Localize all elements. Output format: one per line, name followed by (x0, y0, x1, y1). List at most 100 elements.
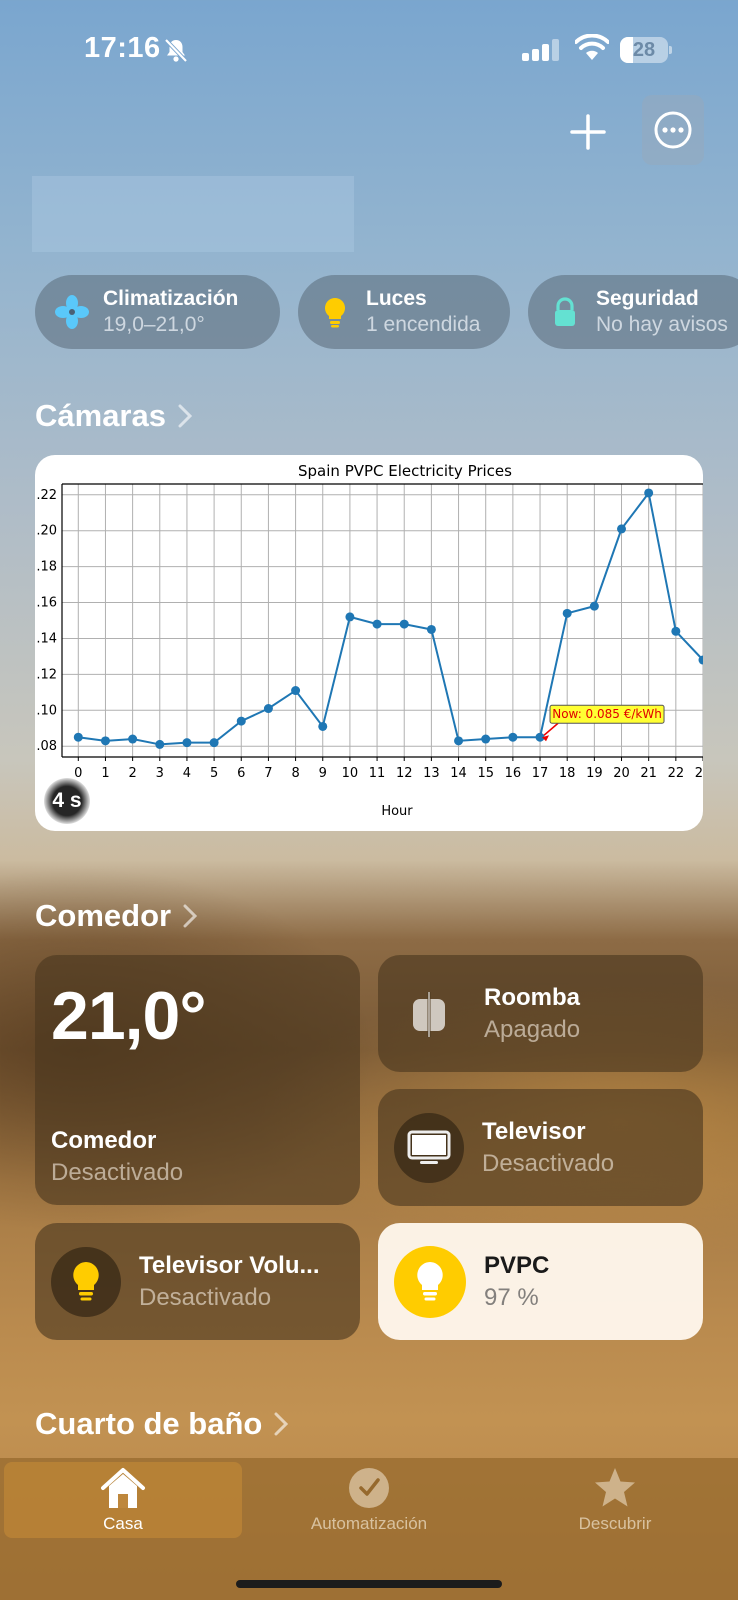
x-tick-label: 9 (319, 766, 327, 781)
price-point (236, 716, 246, 726)
x-tick-label: 18 (559, 766, 576, 781)
star-icon (595, 1468, 635, 1507)
price-point (399, 619, 409, 629)
roomba-tile[interactable]: Roomba Apagado (378, 955, 703, 1072)
tab-discover[interactable]: Descubrir (496, 1462, 734, 1538)
tv-volume-tile[interactable]: Televisor Volu... Desactivado (35, 1223, 360, 1340)
tile-title: Comedor (51, 1127, 157, 1154)
thermostat-tile[interactable]: 21,0° Comedor Desactivado (35, 955, 360, 1205)
price-point (644, 488, 654, 498)
lightbulb-icon (73, 1261, 99, 1300)
price-point (372, 619, 382, 629)
annotation-arrow (543, 722, 559, 736)
house-icon (101, 1468, 145, 1508)
wifi-icon (575, 34, 609, 60)
chart-title: Spain PVPC Electricity Prices (298, 462, 512, 480)
tv-volume-icon-button[interactable] (51, 1246, 121, 1317)
x-tick-label: 15 (477, 766, 494, 781)
temperature-value: 21,0° (51, 978, 207, 1054)
x-tick-label: 16 (505, 766, 522, 781)
chip-subtitle: No hay avisos (596, 313, 728, 336)
signal-icon (522, 39, 559, 61)
chart-xlabel: Hour (381, 804, 413, 819)
price-point (454, 736, 464, 746)
pvpc-icon-button[interactable] (394, 1245, 466, 1318)
price-point (263, 704, 273, 714)
x-tick-label: 3 (156, 766, 164, 781)
lights-chip[interactable]: Luces 1 encendida (298, 275, 510, 349)
price-point (589, 601, 599, 611)
add-icon[interactable] (566, 110, 610, 154)
tile-title: Televisor (482, 1117, 586, 1145)
y-tick-label: .18 (36, 560, 57, 575)
price-point (155, 739, 165, 749)
lightbulb-icon (325, 298, 345, 328)
price-point (182, 738, 192, 748)
bell-slash-icon (164, 38, 188, 63)
x-tick-label: 1 (101, 766, 109, 781)
pvpc-price-chart: Spain PVPC Electricity Prices 0123456789… (36, 462, 703, 819)
tab-automation[interactable]: Automatización (250, 1462, 488, 1538)
pvpc-tile[interactable]: PVPC 97 % (378, 1223, 703, 1340)
x-tick-label: 20 (613, 766, 630, 781)
tile-title: Televisor Volu... (139, 1251, 320, 1279)
price-point (617, 524, 627, 534)
security-chip[interactable]: Seguridad No hay avisos (528, 275, 738, 349)
x-tick-label: 23 (695, 766, 703, 781)
price-point (318, 721, 328, 731)
clock-icon (349, 1468, 389, 1508)
x-tick-label: 22 (668, 766, 685, 781)
tile-subtitle: 97 % (484, 1283, 539, 1311)
section-title: Cuarto de baño (35, 1406, 263, 1441)
home-indicator (236, 1580, 502, 1588)
tile-subtitle: Desactivado (139, 1283, 272, 1311)
tab-home[interactable]: Casa (4, 1462, 242, 1538)
tile-subtitle: Apagado (484, 1015, 581, 1043)
dining-section-header[interactable]: Comedor (35, 898, 198, 934)
tv-tile[interactable]: Televisor Desactivado (378, 1089, 703, 1206)
section-title: Comedor (35, 898, 172, 933)
y-tick-label: .10 (36, 703, 57, 718)
climate-chip[interactable]: Climatización 19,0–21,0° (35, 275, 280, 349)
more-options-button[interactable] (642, 95, 704, 165)
chip-title: Climatización (103, 287, 239, 310)
chip-subtitle: 19,0–21,0° (103, 313, 205, 336)
tile-title: Roomba (484, 983, 580, 1011)
bathroom-section-header[interactable]: Cuarto de baño (35, 1406, 289, 1442)
roomba-icon-button[interactable] (394, 979, 464, 1049)
price-point (562, 608, 572, 618)
y-tick-label: .16 (36, 596, 57, 611)
cameras-section-header[interactable]: Cámaras (35, 398, 192, 434)
home-title-redacted (32, 176, 354, 252)
x-tick-label: 7 (264, 766, 272, 781)
price-point (128, 734, 138, 744)
price-point (100, 736, 110, 746)
fan-icon (55, 295, 89, 329)
price-point (345, 612, 355, 622)
x-tick-label: 11 (369, 766, 386, 781)
chevron-right-icon (183, 904, 198, 928)
battery-percentage: 28 (632, 39, 656, 61)
camera-elapsed-badge: 4 s (44, 778, 90, 824)
y-tick-label: .08 (36, 739, 57, 754)
x-tick-label: 13 (423, 766, 440, 781)
x-tick-label: 10 (342, 766, 359, 781)
price-point (481, 734, 491, 744)
y-tick-label: .20 (36, 524, 57, 539)
tv-icon-button[interactable] (394, 1112, 464, 1183)
tile-subtitle: Desactivado (51, 1159, 184, 1186)
y-tick-label: .22 (36, 488, 57, 503)
tv-icon (407, 1130, 451, 1164)
price-point (671, 626, 681, 636)
ellipsis-circle-icon (654, 111, 692, 149)
lightbulb-icon (417, 1261, 443, 1300)
x-tick-label: 2 (128, 766, 136, 781)
x-tick-label: 5 (210, 766, 218, 781)
x-tick-label: 6 (237, 766, 245, 781)
x-tick-label: 14 (450, 766, 467, 781)
price-point (209, 738, 219, 748)
tab-label: Descubrir (578, 1514, 652, 1533)
camera-card[interactable]: Spain PVPC Electricity Prices 0123456789… (35, 455, 703, 831)
annotation-label: Now: 0.085 €/kWh (552, 707, 662, 721)
battery-indicator: 28 (620, 37, 672, 63)
